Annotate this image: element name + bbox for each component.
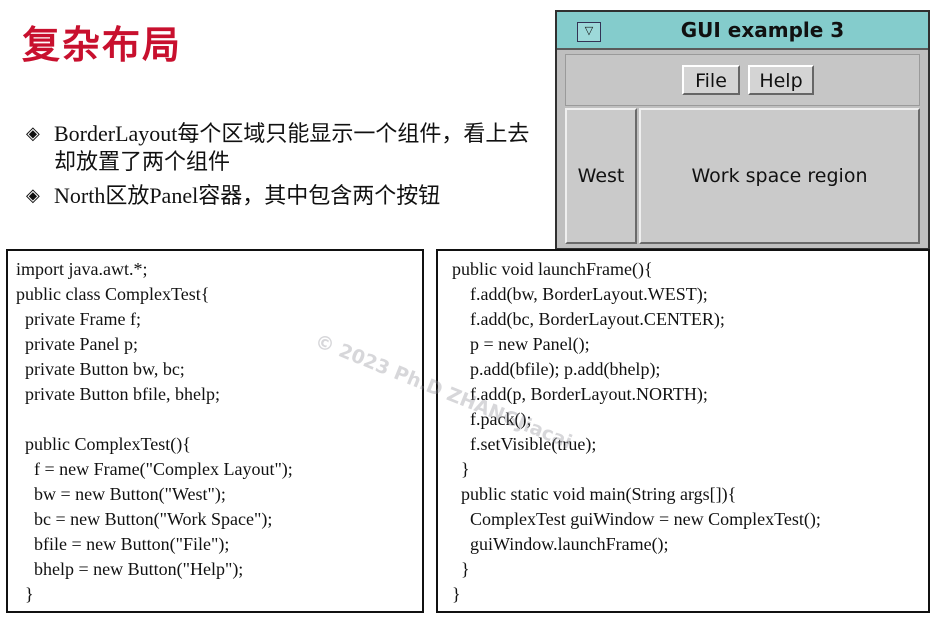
- code-line: guiWindow.launchFrame();: [452, 534, 669, 554]
- code-line: import java.awt.*;: [16, 259, 148, 279]
- code-line: f.pack();: [452, 409, 532, 429]
- code-line: }: [452, 584, 461, 604]
- north-panel: File Help: [565, 54, 920, 106]
- code-line: f.add(bw, BorderLayout.WEST);: [452, 284, 708, 304]
- work-space-button[interactable]: Work space region: [639, 108, 920, 244]
- bullet-item: ◈ North区放Panel容器，其中包含两个按钮: [26, 182, 546, 210]
- slide-title: 复杂布局: [22, 23, 183, 67]
- bullet-list: ◈ BorderLayout每个区域只能显示一个组件，看上去却放置了两个组件 ◈…: [26, 120, 546, 216]
- code-line: f.add(p, BorderLayout.NORTH);: [452, 384, 708, 404]
- gui-example-window: ▽ GUI example 3 File Help West Work spac…: [555, 10, 930, 250]
- code-line: }: [452, 559, 470, 579]
- bullet-text: BorderLayout每个区域只能显示一个组件，看上去却放置了两个组件: [54, 121, 530, 174]
- bullet-item: ◈ BorderLayout每个区域只能显示一个组件，看上去却放置了两个组件: [26, 120, 546, 176]
- code-line: bhelp = new Button("Help");: [16, 559, 244, 579]
- code-line: f.add(bc, BorderLayout.CENTER);: [452, 309, 725, 329]
- code-line: ComplexTest guiWindow = new ComplexTest(…: [452, 509, 821, 529]
- bullet-text: North区放Panel容器，其中包含两个按钮: [54, 183, 441, 208]
- code-line: public class ComplexTest{: [16, 284, 210, 304]
- code-line: bfile = new Button("File");: [16, 534, 230, 554]
- diamond-bullet-icon: ◈: [26, 185, 40, 206]
- code-line: public ComplexTest(){: [16, 434, 191, 454]
- file-button[interactable]: File: [682, 65, 740, 95]
- code-line: public void launchFrame(){: [452, 259, 653, 279]
- code-line: bw = new Button("West");: [16, 484, 226, 504]
- code-line: p.add(bfile); p.add(bhelp);: [452, 359, 661, 379]
- code-line: p = new Panel();: [452, 334, 590, 354]
- code-line: bc = new Button("Work Space");: [16, 509, 273, 529]
- window-titlebar[interactable]: ▽ GUI example 3: [557, 12, 928, 50]
- code-line: }: [452, 459, 470, 479]
- code-line: private Button bfile, bhelp;: [16, 384, 220, 404]
- code-line: f = new Frame("Complex Layout");: [16, 459, 293, 479]
- code-block-left: import java.awt.*; public class ComplexTe…: [6, 249, 424, 613]
- code-lines-right: public void launchFrame(){ f.add(bw, Bor…: [452, 257, 821, 607]
- window-title: GUI example 3: [680, 18, 845, 42]
- code-line: private Panel p;: [16, 334, 138, 354]
- code-line: f.setVisible(true);: [452, 434, 597, 454]
- west-button[interactable]: West: [565, 108, 637, 244]
- code-line: private Button bw, bc;: [16, 359, 185, 379]
- diamond-bullet-icon: ◈: [26, 123, 40, 144]
- code-line: }: [16, 584, 34, 604]
- help-button[interactable]: Help: [748, 65, 814, 95]
- code-block-right: public void launchFrame(){ f.add(bw, Bor…: [436, 249, 930, 613]
- code-lines-left: import java.awt.*; public class ComplexTe…: [16, 257, 293, 607]
- code-line: public static void main(String args[]){: [452, 484, 737, 504]
- code-line: private Frame f;: [16, 309, 141, 329]
